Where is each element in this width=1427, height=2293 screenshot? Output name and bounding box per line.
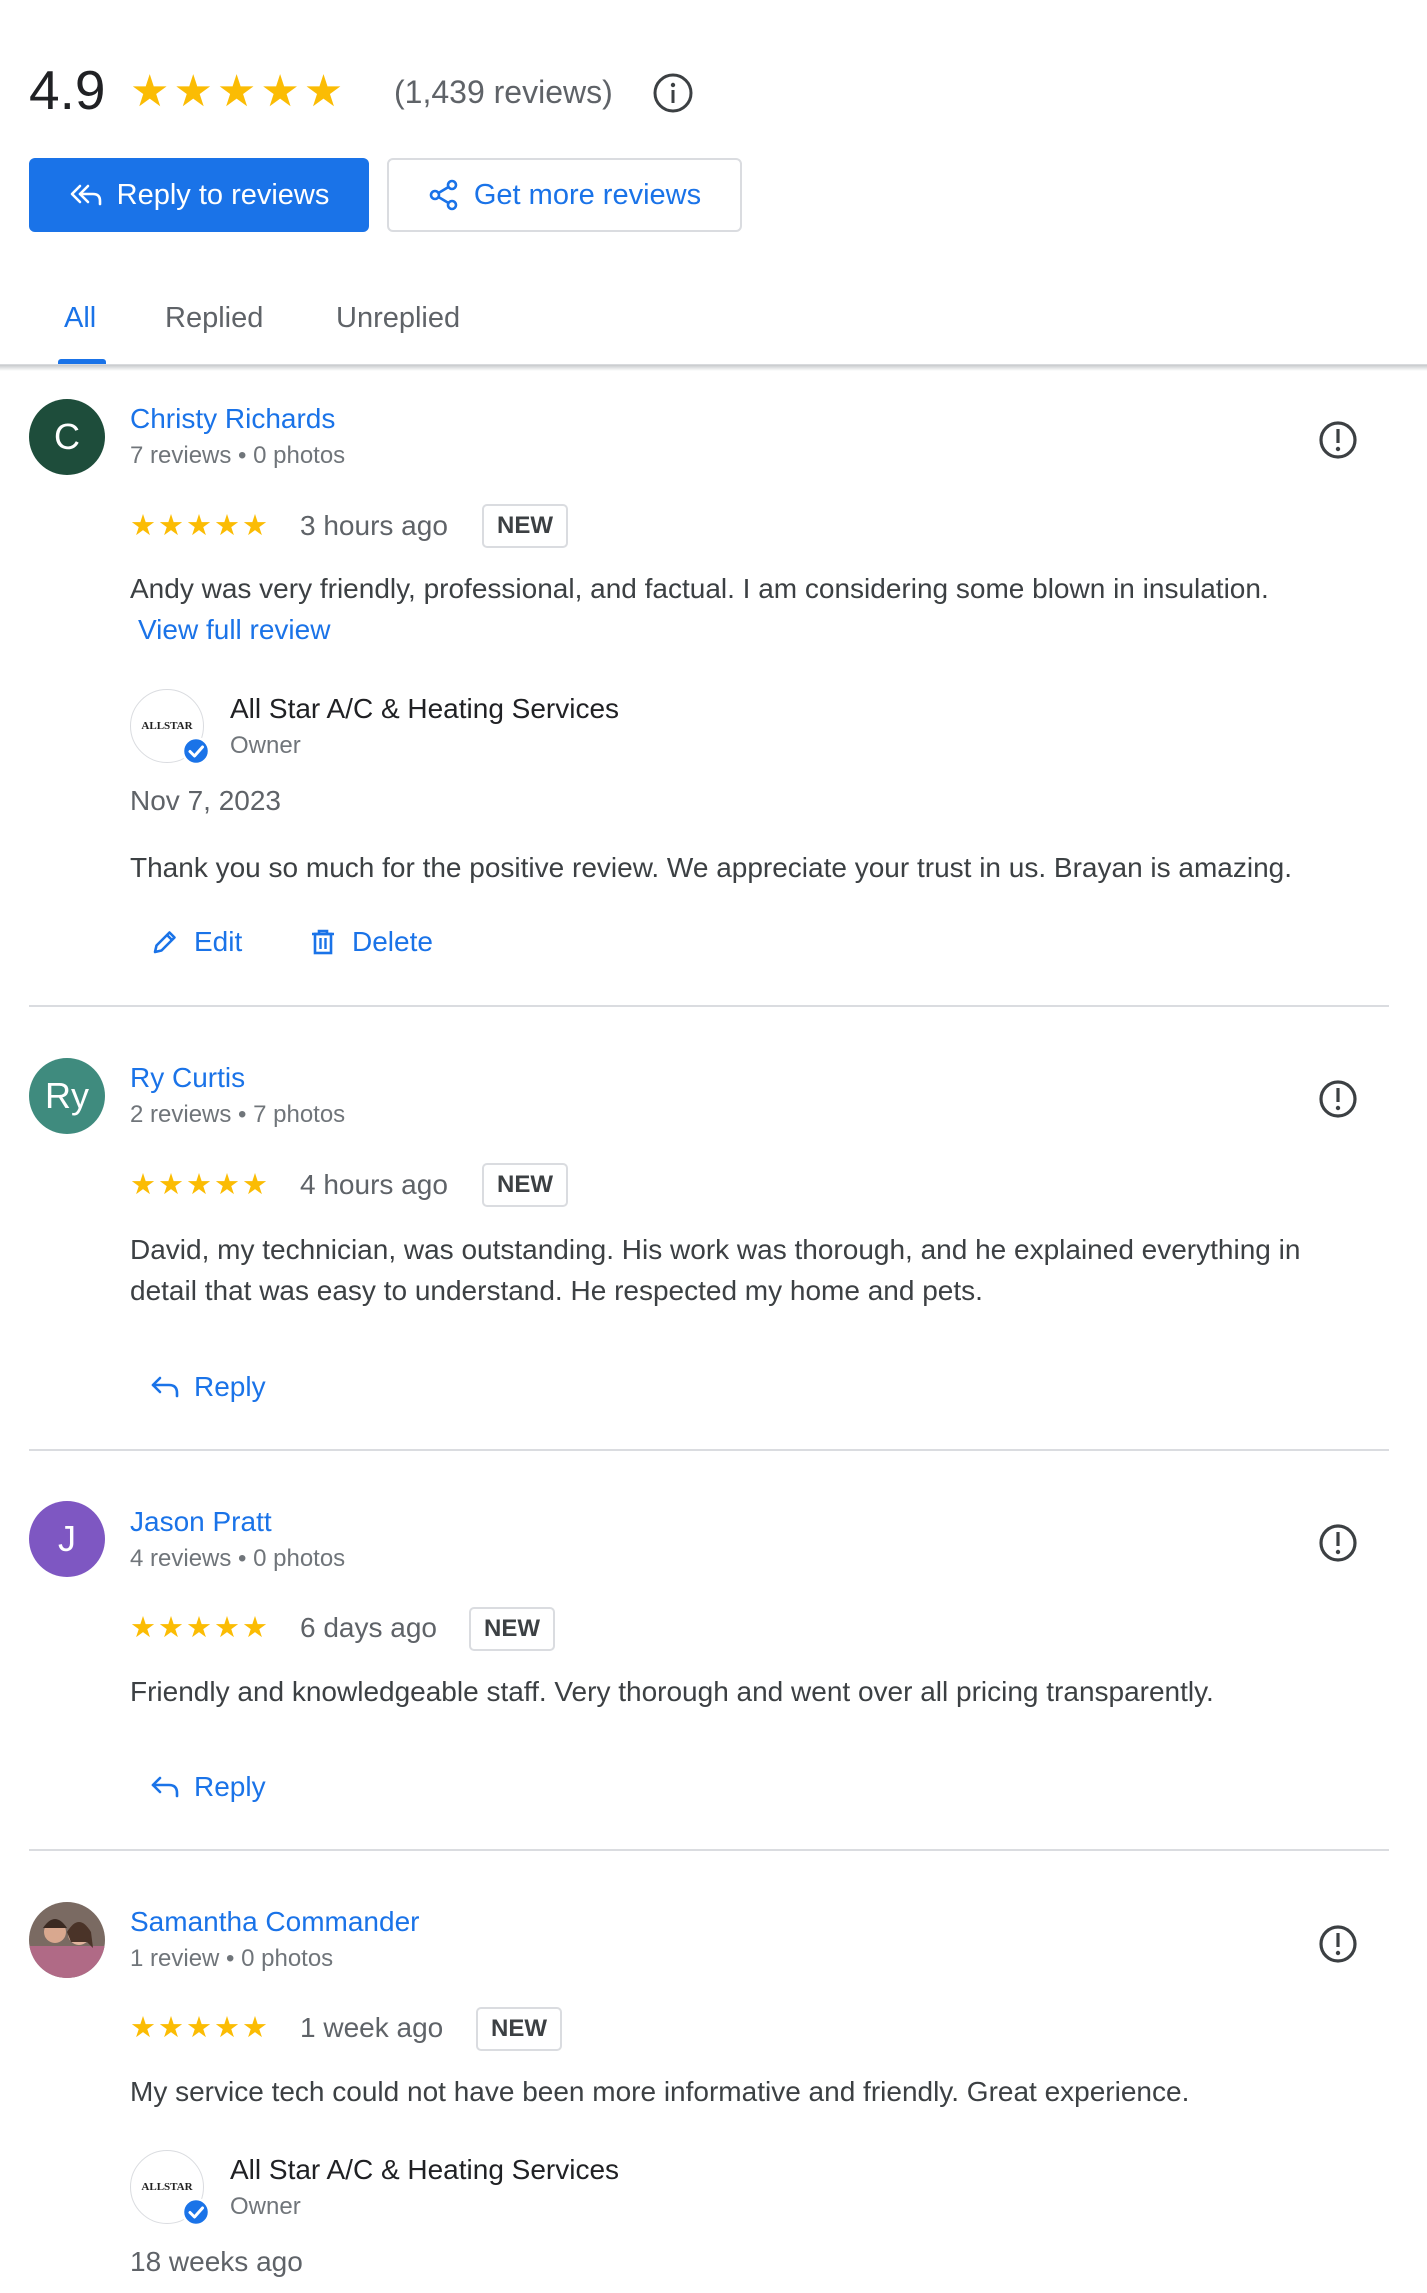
delete-label: Delete bbox=[352, 926, 433, 957]
report-review-icon[interactable] bbox=[1316, 1922, 1360, 1966]
reviewer-name[interactable]: Christy Richards bbox=[130, 401, 335, 437]
new-badge: NEW bbox=[469, 1607, 555, 1651]
reviewer-meta: 1 review • 0 photos bbox=[130, 1945, 334, 1972]
review-text: My service tech could not have been more… bbox=[130, 2076, 1190, 2107]
reply-date: 18 weeks ago bbox=[130, 2246, 303, 2277]
verified-check-icon bbox=[181, 2197, 211, 2227]
reply-to-reviews-button[interactable]: Reply to reviews bbox=[29, 158, 369, 232]
overall-rating: 4.9 bbox=[29, 59, 106, 121]
share-icon bbox=[429, 179, 458, 211]
trash-icon bbox=[312, 929, 334, 955]
reply-date: Nov 7, 2023 bbox=[130, 785, 281, 816]
report-review-icon[interactable] bbox=[1316, 1077, 1360, 1121]
reviewer-meta: 2 reviews • 7 photos bbox=[130, 1101, 346, 1128]
review-divider bbox=[29, 1449, 1389, 1451]
pencil-icon bbox=[153, 931, 176, 954]
business-name: All Star A/C & Heating Services bbox=[230, 2154, 620, 2185]
owner-reply-text: Thank you so much for the positive revie… bbox=[130, 852, 1293, 883]
reply-button[interactable]: Reply bbox=[150, 1769, 266, 1805]
review-text-line-2: detail that was easy to understand. He r… bbox=[130, 1275, 983, 1306]
reviewer-meta: 4 reviews • 0 photos bbox=[130, 1545, 346, 1572]
reviewer-name[interactable]: Jason Pratt bbox=[130, 1504, 272, 1540]
review-text: Friendly and knowledgeable staff. Very t… bbox=[130, 1676, 1214, 1707]
edit-label: Edit bbox=[194, 926, 243, 957]
avatar[interactable]: J bbox=[29, 1501, 105, 1577]
review-time: 1 week ago bbox=[300, 2012, 444, 2043]
new-badge: NEW bbox=[476, 2007, 562, 2051]
reviewer-name[interactable]: Ry Curtis bbox=[130, 1060, 245, 1096]
reviewer-meta: 7 reviews • 0 photos bbox=[130, 442, 346, 469]
review-count: (1,439 reviews) bbox=[394, 74, 613, 110]
review-time: 3 hours ago bbox=[300, 510, 448, 541]
tab-replied[interactable]: Replied bbox=[165, 298, 263, 338]
avatar-photo[interactable] bbox=[29, 1902, 105, 1978]
overall-stars: ★★★★★ bbox=[130, 67, 348, 116]
reply-icon bbox=[151, 1776, 179, 1798]
reply-icon bbox=[151, 1376, 179, 1398]
owner-label: Owner bbox=[230, 2193, 301, 2220]
review-divider bbox=[29, 1005, 1389, 1007]
business-name: All Star A/C & Heating Services bbox=[230, 693, 620, 724]
review-text-line-1: David, my technician, was outstanding. H… bbox=[130, 1234, 1301, 1265]
get-more-reviews-label: Get more reviews bbox=[473, 178, 702, 211]
report-review-icon[interactable] bbox=[1316, 418, 1360, 462]
avatar[interactable]: Ry bbox=[29, 1058, 105, 1134]
reply-label: Reply bbox=[194, 1371, 266, 1402]
reply-all-icon bbox=[70, 184, 101, 206]
reply-label: Reply bbox=[194, 1771, 266, 1802]
info-icon[interactable] bbox=[651, 71, 695, 115]
review-text: Andy was very friendly, professional, an… bbox=[130, 573, 1269, 604]
delete-reply-button[interactable]: Delete bbox=[308, 924, 433, 960]
review-stars: ★★★★★ bbox=[130, 2012, 270, 2044]
get-more-reviews-button[interactable]: Get more reviews bbox=[387, 158, 742, 232]
new-badge: NEW bbox=[482, 1163, 568, 1207]
review-stars: ★★★★★ bbox=[130, 1169, 270, 1201]
owner-label: Owner bbox=[230, 732, 301, 759]
tab-all[interactable]: All bbox=[64, 298, 96, 338]
tabs-shadow bbox=[0, 365, 1427, 371]
reply-to-reviews-label: Reply to reviews bbox=[116, 178, 330, 211]
view-full-review-link[interactable]: View full review bbox=[138, 612, 330, 648]
reviewer-name[interactable]: Samantha Commander bbox=[130, 1904, 419, 1940]
avatar[interactable]: C bbox=[29, 399, 105, 475]
review-time: 4 hours ago bbox=[300, 1169, 448, 1200]
review-time: 6 days ago bbox=[300, 1612, 437, 1643]
review-stars: ★★★★★ bbox=[130, 1612, 270, 1644]
tab-unreplied[interactable]: Unreplied bbox=[336, 298, 460, 338]
report-review-icon[interactable] bbox=[1316, 1521, 1360, 1565]
verified-check-icon bbox=[181, 736, 211, 766]
reply-button[interactable]: Reply bbox=[150, 1369, 266, 1405]
new-badge: NEW bbox=[482, 504, 568, 548]
review-divider bbox=[29, 1849, 1389, 1851]
edit-reply-button[interactable]: Edit bbox=[150, 924, 242, 960]
review-stars: ★★★★★ bbox=[130, 510, 270, 542]
